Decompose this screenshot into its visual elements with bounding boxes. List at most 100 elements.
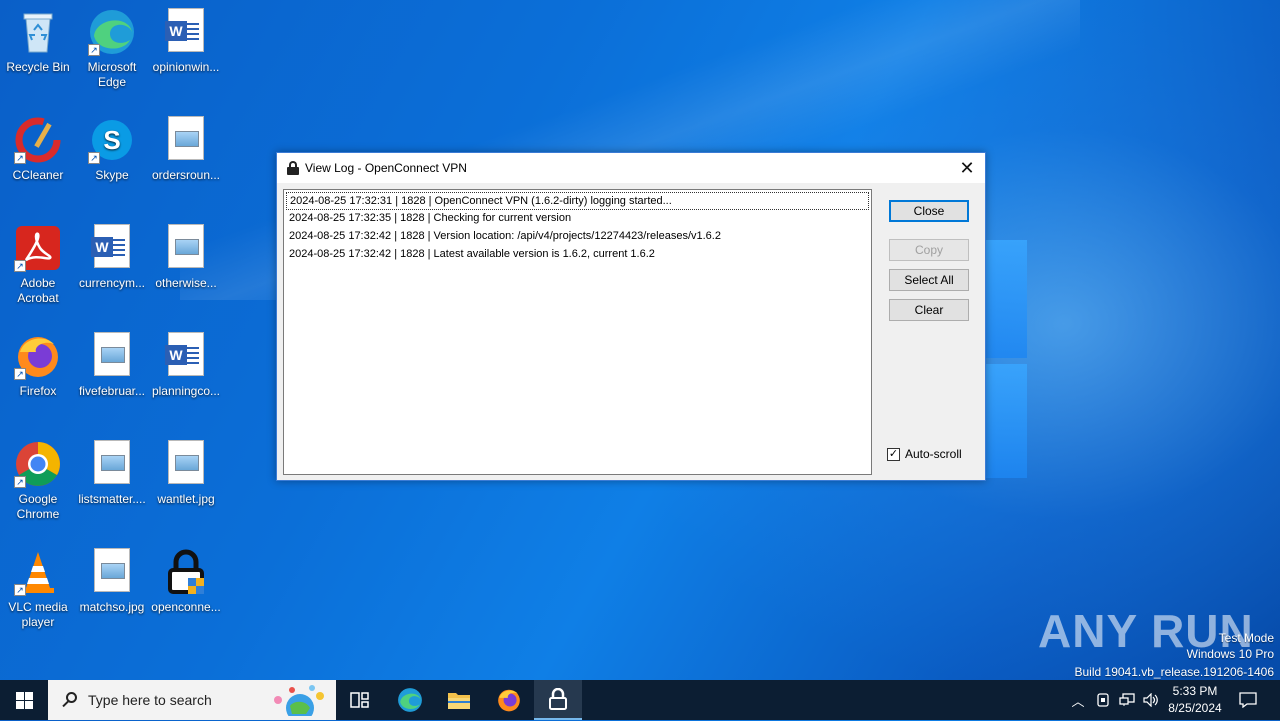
autoscroll-label: Auto-scroll bbox=[905, 447, 962, 461]
chrome-icon: ↗ bbox=[14, 440, 62, 488]
vlc-cone-icon: ↗ bbox=[14, 548, 62, 596]
desktop-icon-google-chrome[interactable]: ↗ Google Chrome bbox=[0, 440, 76, 522]
taskbar-file-explorer[interactable] bbox=[435, 680, 483, 720]
windows-logo-pane bbox=[985, 240, 1027, 358]
lock-installer-icon bbox=[162, 548, 210, 596]
volume-icon bbox=[1143, 693, 1158, 707]
desktop-icon-label: ordersroun... bbox=[151, 168, 221, 182]
search-placeholder: Type here to search bbox=[88, 692, 212, 708]
task-view-button[interactable] bbox=[336, 680, 384, 720]
desktop-icon-openconnect[interactable]: openconne... bbox=[148, 548, 224, 615]
taskbar-edge[interactable] bbox=[386, 680, 434, 720]
ccleaner-icon: ↗ bbox=[14, 116, 62, 164]
lock-icon bbox=[549, 688, 567, 710]
word-document-icon: W bbox=[162, 8, 210, 56]
search-icon bbox=[62, 692, 78, 708]
desktop-icon-label: Google Chrome bbox=[16, 492, 60, 521]
taskbar-openconnect[interactable] bbox=[534, 680, 582, 720]
close-icon[interactable]: ✕ bbox=[949, 153, 985, 183]
tray-device-button[interactable] bbox=[1092, 680, 1114, 720]
desktop-icon-otherwise[interactable]: otherwise... bbox=[148, 224, 224, 291]
desktop-icon-ordersroun[interactable]: ordersroun... bbox=[148, 116, 224, 183]
firefox-icon: ↗ bbox=[14, 332, 62, 380]
edge-icon bbox=[398, 688, 422, 712]
shortcut-arrow-icon: ↗ bbox=[14, 476, 26, 488]
test-mode-text: Test Mode bbox=[1218, 631, 1274, 645]
taskbar-search-box[interactable]: Type here to search bbox=[48, 680, 336, 721]
shortcut-arrow-icon: ↗ bbox=[88, 152, 100, 164]
shortcut-arrow-icon: ↗ bbox=[88, 44, 100, 56]
taskbar-firefox[interactable] bbox=[485, 680, 533, 720]
chevron-up-icon: ︿ bbox=[1071, 693, 1085, 709]
notification-center-button[interactable] bbox=[1232, 680, 1264, 720]
network-icon bbox=[1119, 693, 1135, 706]
log-line[interactable]: 2024-08-25 17:32:42 | 1828 | Latest avai… bbox=[286, 246, 869, 264]
acrobat-icon: ↗ bbox=[14, 224, 62, 272]
desktop-icon-firefox[interactable]: ↗ Firefox bbox=[0, 332, 76, 399]
desktop-icon-fivefebruar[interactable]: fivefebruar... bbox=[74, 332, 150, 399]
desktop-icon-edge[interactable]: ↗ Microsoft Edge bbox=[74, 8, 150, 90]
search-highlight-art-icon bbox=[262, 684, 332, 721]
svg-text:S: S bbox=[103, 125, 120, 155]
desktop-icon-label: listsmatter.... bbox=[78, 492, 146, 506]
desktop-icon-label: planningco... bbox=[151, 384, 221, 398]
desktop-icon-label: Firefox bbox=[19, 384, 57, 398]
desktop-icon-label: openconne... bbox=[151, 600, 221, 614]
desktop-icon-recycle-bin[interactable]: Recycle Bin bbox=[0, 8, 76, 75]
task-view-icon bbox=[350, 692, 369, 708]
desktop-icon-label: otherwise... bbox=[155, 276, 217, 290]
desktop-icon-opinionwin[interactable]: W opinionwin... bbox=[148, 8, 224, 75]
skype-icon: S ↗ bbox=[88, 116, 136, 164]
desktop-icon-label: Recycle Bin bbox=[6, 60, 70, 74]
log-line[interactable]: 2024-08-25 17:32:35 | 1828 | Checking fo… bbox=[286, 210, 869, 228]
tray-overflow-button[interactable]: ︿ bbox=[1068, 680, 1088, 720]
log-line[interactable]: 2024-08-25 17:32:31 | 1828 | OpenConnect… bbox=[286, 192, 869, 210]
view-log-dialog: View Log - OpenConnect VPN ✕ 2024-08-25 … bbox=[276, 152, 986, 481]
desktop-icon-wantlet[interactable]: wantlet.jpg bbox=[148, 440, 224, 507]
lock-icon bbox=[287, 161, 299, 175]
log-line[interactable]: 2024-08-25 17:32:42 | 1828 | Version loc… bbox=[286, 228, 869, 246]
edge-icon: ↗ bbox=[88, 8, 136, 56]
shortcut-arrow-icon: ↗ bbox=[14, 152, 26, 164]
desktop-icon-listsmatter[interactable]: listsmatter.... bbox=[74, 440, 150, 507]
desktop-icon-planningco[interactable]: W planningco... bbox=[148, 332, 224, 399]
build-text: Build 19041.vb_release.191206-1406 bbox=[1074, 665, 1275, 679]
image-file-icon bbox=[162, 440, 210, 488]
desktop-icon-vlc[interactable]: ↗ VLC media player bbox=[0, 548, 76, 630]
desktop-icon-label: CCleaner bbox=[12, 168, 64, 182]
shortcut-arrow-icon: ↗ bbox=[14, 368, 26, 380]
dialog-title: View Log - OpenConnect VPN bbox=[305, 161, 467, 175]
copy-button[interactable]: Copy bbox=[889, 239, 969, 261]
taskbar-clock[interactable]: 5:33 PM 8/25/2024 bbox=[1160, 683, 1230, 717]
recycle-bin-icon bbox=[14, 8, 62, 56]
tray-volume-button[interactable] bbox=[1140, 680, 1162, 720]
desktop-icon-adobe-acrobat[interactable]: ↗ Adobe Acrobat bbox=[0, 224, 76, 306]
clear-button[interactable]: Clear bbox=[889, 299, 969, 321]
desktop-icon-skype[interactable]: S ↗ Skype bbox=[74, 116, 150, 183]
desktop-icon-label: wantlet.jpg bbox=[157, 492, 215, 506]
desktop-icon-label: currencym... bbox=[78, 276, 145, 290]
clock-time: 5:33 PM bbox=[1172, 684, 1218, 698]
desktop-icon-currencym[interactable]: W currencym... bbox=[74, 224, 150, 291]
desktop-icon-label: fivefebruar... bbox=[78, 384, 146, 398]
autoscroll-checkbox[interactable]: ✓ Auto-scroll bbox=[887, 447, 962, 461]
taskbar: Type here to search ︿ 5:33 PM 8/25/2024 bbox=[0, 680, 1280, 721]
start-button[interactable] bbox=[0, 680, 48, 720]
windows-edition-text: Windows 10 Pro bbox=[1186, 647, 1274, 661]
image-file-icon bbox=[88, 332, 136, 380]
desktop-icon-ccleaner[interactable]: ↗ CCleaner bbox=[0, 116, 76, 183]
notification-icon bbox=[1239, 692, 1257, 708]
close-button[interactable]: Close bbox=[889, 200, 969, 222]
shortcut-arrow-icon: ↗ bbox=[14, 260, 26, 272]
image-file-icon bbox=[162, 224, 210, 272]
dialog-titlebar[interactable]: View Log - OpenConnect VPN ✕ bbox=[277, 153, 985, 183]
log-listbox[interactable]: 2024-08-25 17:32:31 | 1828 | OpenConnect… bbox=[283, 189, 872, 475]
device-icon bbox=[1097, 693, 1109, 707]
windows-logo-pane bbox=[985, 364, 1027, 478]
tray-network-button[interactable] bbox=[1116, 680, 1138, 720]
select-all-button[interactable]: Select All bbox=[889, 269, 969, 291]
desktop-icon-label: Adobe Acrobat bbox=[17, 276, 59, 305]
image-file-icon bbox=[88, 440, 136, 488]
desktop-icon-matchso[interactable]: matchso.jpg bbox=[74, 548, 150, 615]
desktop-icon-label: Skype bbox=[95, 168, 129, 182]
